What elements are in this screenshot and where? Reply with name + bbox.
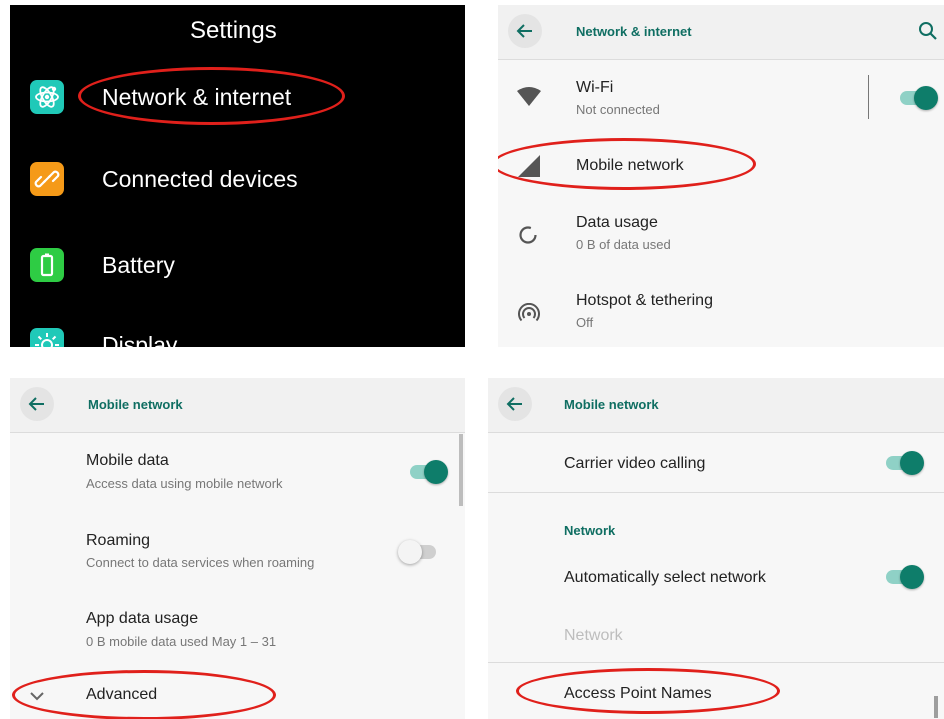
data-usage-row[interactable]: Data usage 0 B of data used [498, 201, 944, 271]
row-title: App data usage [86, 610, 199, 627]
settings-item-battery[interactable]: Battery [10, 237, 465, 293]
row-subtitle: Access data using mobile network [86, 476, 283, 491]
page-title: Settings [190, 17, 277, 44]
settings-item-label: Connected devices [102, 165, 298, 192]
data-usage-icon [518, 225, 538, 250]
search-icon[interactable] [918, 21, 938, 46]
settings-item-network[interactable]: Network & internet [10, 69, 465, 125]
carrier-video-calling-row[interactable]: Carrier video calling [488, 434, 944, 493]
row-subtitle: 0 B of data used [576, 237, 671, 252]
connected-devices-icon [30, 162, 64, 196]
row-subtitle: Off [576, 315, 594, 330]
wifi-toggle[interactable] [900, 86, 938, 110]
row-title: Advanced [86, 686, 158, 703]
row-title: Access Point Names [564, 685, 712, 702]
row-title: Data usage [576, 214, 658, 231]
hotspot-row[interactable]: Hotspot & tethering Off [498, 277, 944, 347]
row-title: Mobile data [86, 452, 169, 469]
mobile-signal-icon [518, 155, 540, 182]
app-bar: Mobile network [10, 378, 465, 433]
wifi-icon [516, 87, 542, 112]
network-row: Network [488, 614, 944, 663]
hotspot-icon [518, 302, 540, 328]
roaming-toggle[interactable] [398, 540, 436, 564]
settings-item-label: Battery [102, 251, 175, 278]
back-arrow-icon [506, 397, 522, 411]
access-point-names-row[interactable]: Access Point Names [488, 668, 944, 719]
app-data-usage-row[interactable]: App data usage 0 B mobile data used May … [10, 600, 465, 662]
mobile-network-panel: Mobile network Mobile data Access data u… [10, 378, 465, 719]
back-button[interactable] [498, 387, 532, 421]
row-title: Mobile network [576, 157, 684, 174]
settings-item-connected-devices[interactable]: Connected devices [10, 151, 465, 207]
row-subtitle: Connect to data services when roaming [86, 555, 315, 570]
row-title: Automatically select network [564, 569, 766, 586]
roaming-row[interactable]: Roaming Connect to data services when ro… [10, 520, 465, 582]
app-bar: Mobile network [488, 378, 944, 433]
row-title: Network [564, 627, 623, 644]
page-title: Network & internet [576, 24, 692, 39]
row-title: Wi-Fi [576, 79, 614, 96]
scrollbar[interactable] [934, 696, 938, 718]
advanced-row[interactable]: Advanced [10, 670, 465, 719]
row-title: Carrier video calling [564, 455, 706, 472]
mobile-network-row[interactable]: Mobile network [498, 135, 944, 197]
mobile-network-advanced-panel: Mobile network Carrier video calling Net… [488, 378, 944, 719]
auto-select-network-row[interactable]: Automatically select network [488, 556, 944, 600]
back-button[interactable] [20, 387, 54, 421]
network-internet-panel: Network & internet Wi-Fi Not connected M… [498, 5, 944, 347]
network-icon [30, 80, 64, 114]
back-button[interactable] [508, 14, 542, 48]
back-arrow-icon [28, 397, 44, 411]
row-title: Hotspot & tethering [576, 292, 713, 309]
settings-item-display[interactable]: Display [10, 317, 465, 347]
settings-item-label: Display [102, 331, 178, 348]
row-subtitle: Not connected [576, 102, 660, 117]
page-title: Mobile network [564, 397, 659, 412]
section-header: Network [564, 523, 616, 538]
battery-icon [30, 248, 64, 282]
mobile-data-row[interactable]: Mobile data Access data using mobile net… [10, 440, 465, 502]
row-title: Roaming [86, 532, 151, 549]
auto-select-network-toggle[interactable] [886, 565, 924, 589]
chevron-down-icon [30, 688, 44, 706]
settings-item-label: Network & internet [102, 83, 292, 110]
mobile-data-toggle[interactable] [410, 460, 448, 484]
carrier-video-calling-toggle[interactable] [886, 451, 924, 475]
wifi-row[interactable]: Wi-Fi Not connected [498, 61, 944, 133]
page-title: Mobile network [88, 397, 183, 412]
settings-panel: Settings Network & internet Connected de… [10, 5, 465, 347]
back-arrow-icon [516, 24, 532, 38]
divider [868, 75, 869, 119]
display-icon [30, 328, 64, 347]
app-bar: Network & internet [498, 5, 944, 60]
row-subtitle: 0 B mobile data used May 1 – 31 [86, 634, 277, 649]
